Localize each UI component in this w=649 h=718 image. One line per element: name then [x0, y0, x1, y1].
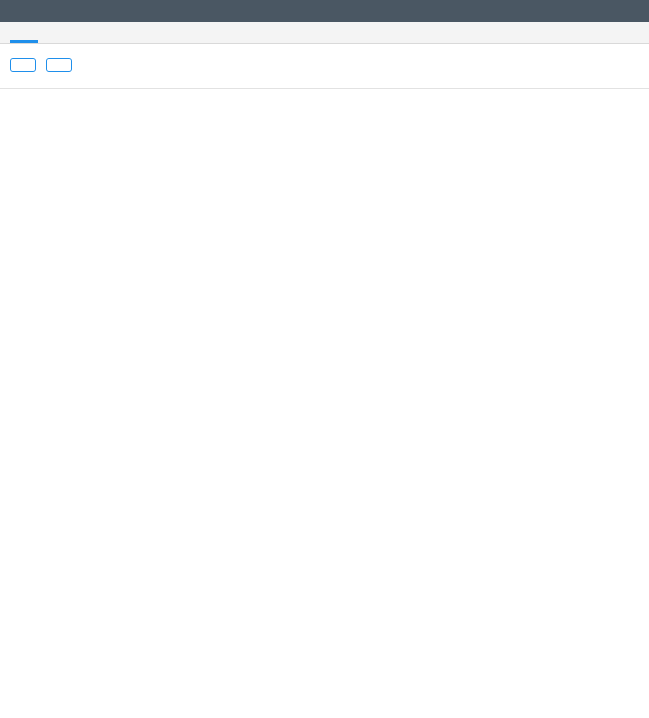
hand-annotation [0, 89, 649, 640]
upload-file-button[interactable] [10, 58, 36, 72]
rule-header [0, 0, 649, 22]
code-editor[interactable] [0, 88, 649, 640]
tab-bar [0, 22, 649, 44]
toolbar [0, 44, 649, 82]
tab-history[interactable] [38, 22, 66, 43]
tab-main[interactable] [10, 22, 38, 43]
download-file-button[interactable] [46, 58, 72, 72]
